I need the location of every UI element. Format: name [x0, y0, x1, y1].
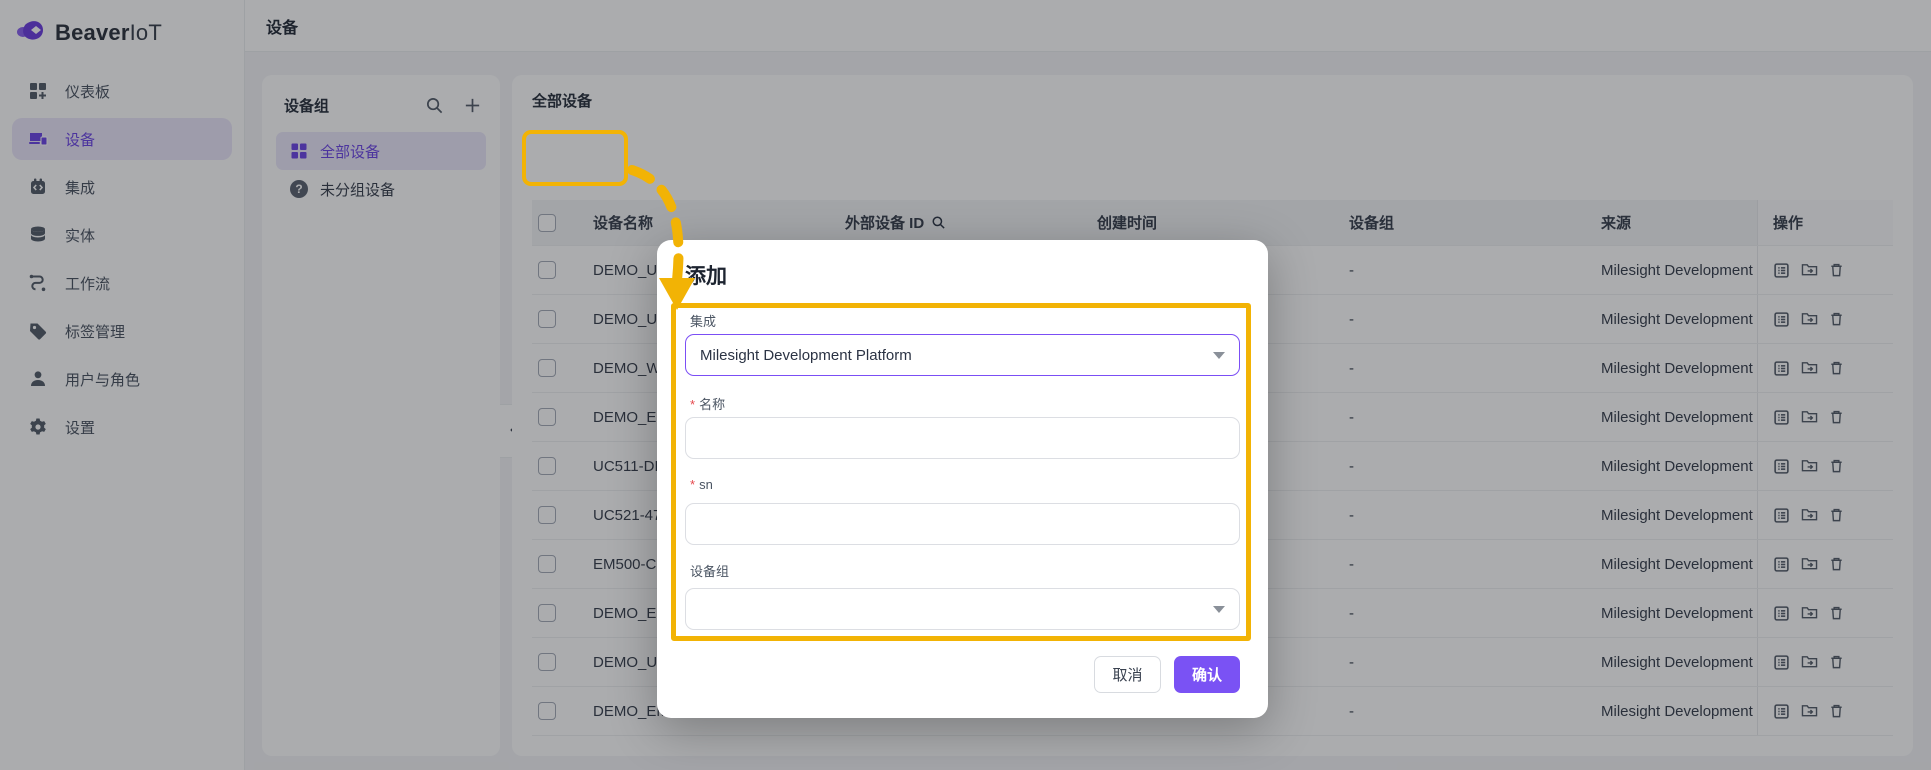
field-label-2: * 名称 [690, 397, 726, 412]
add-device-modal: 添加 集成 Milesight Development Platform * 名称 * s… [657, 240, 1268, 718]
field-label-4: 设备组 [690, 564, 730, 579]
modal-title: 添加 [685, 265, 727, 288]
cancel-button[interactable]: 取消 [1094, 656, 1161, 693]
input-3[interactable] [685, 503, 1240, 545]
chevron-down-icon [1213, 605, 1225, 613]
select-1[interactable]: Milesight Development Platform [685, 334, 1240, 376]
input-2[interactable] [685, 417, 1240, 459]
field-label-1: 集成 [690, 314, 717, 329]
field-label-3: * sn [690, 477, 713, 492]
confirm-button[interactable]: 确认 [1174, 656, 1240, 693]
chevron-down-icon [1213, 351, 1225, 359]
app-window: 设备 BeaverIoT 仪表板 设备 集成 实体 工作流 标签管理 用户与角色… [0, 0, 1931, 770]
select-4[interactable] [685, 588, 1240, 630]
